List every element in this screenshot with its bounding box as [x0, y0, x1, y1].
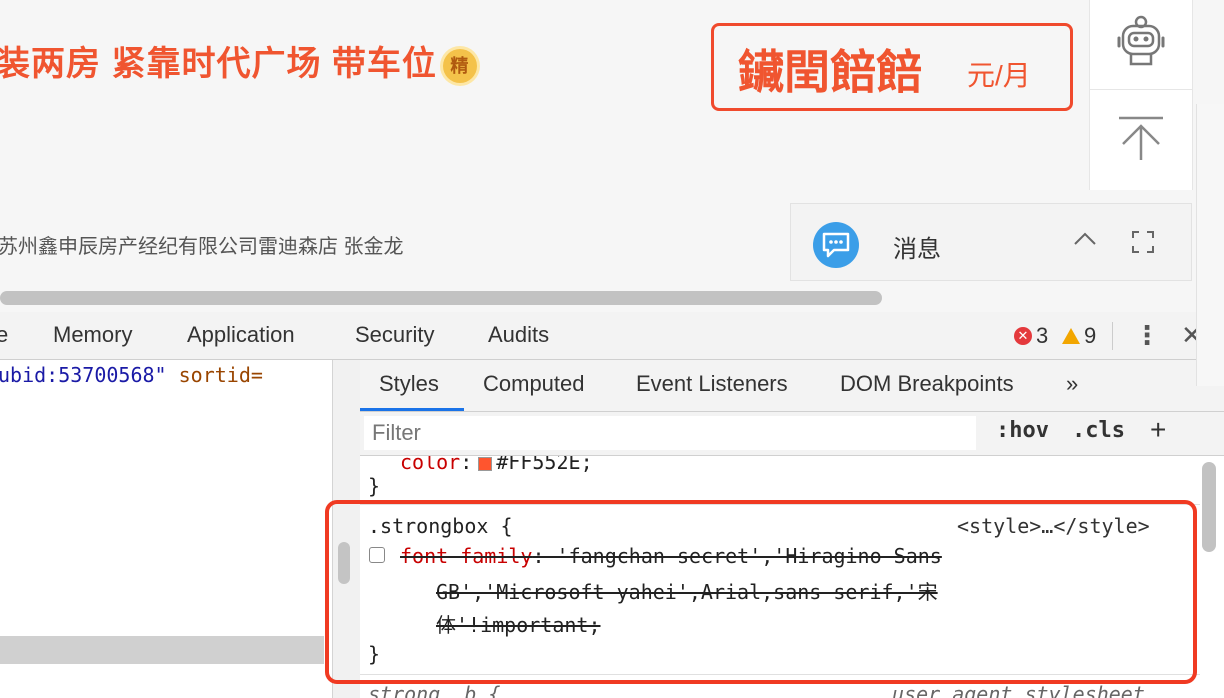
error-counter[interactable]: ✕ 3: [1014, 323, 1048, 349]
style-source-link[interactable]: <style>…</style>: [957, 514, 1150, 538]
devtools-panel: e Memory Application Security Audits ✕ 3…: [0, 312, 1224, 698]
prev-rule-close: }: [368, 474, 381, 498]
side-rail: [1089, 0, 1193, 190]
hov-toggle[interactable]: :hov: [996, 418, 1049, 443]
rule-separator: [360, 504, 1200, 505]
devtools-tabbar: e Memory Application Security Audits ✕ 3…: [0, 312, 1224, 360]
tab-audits[interactable]: Audits: [488, 322, 549, 348]
error-count: 3: [1036, 323, 1049, 348]
price-box: 鑶閏餢餢 元/月: [711, 23, 1073, 111]
attr-name: sortid=: [178, 363, 263, 387]
filter-row: :hov .cls +: [360, 412, 1224, 456]
styles-scrollbar-thumb[interactable]: [1202, 462, 1216, 552]
more-tabs-icon[interactable]: »: [1066, 371, 1078, 397]
cls-toggle[interactable]: .cls: [1072, 418, 1125, 443]
prev-rule-value: #FF552E: [496, 456, 581, 474]
pane-splitter[interactable]: [332, 360, 360, 698]
strongbox-selector[interactable]: .strongbox {: [368, 514, 513, 538]
toolbar-divider: [1112, 322, 1113, 350]
rule-separator: [360, 674, 1200, 675]
font-family-declaration[interactable]: font-family: 'fangchan-secret','Hiragino…: [400, 544, 942, 568]
attr-value: ubid:53700568: [0, 363, 155, 387]
tab-truncated[interactable]: e: [0, 322, 8, 348]
styles-pane: Styles Computed Event Listeners DOM Brea…: [360, 360, 1224, 698]
property-toggle-checkbox[interactable]: [369, 547, 385, 563]
message-panel[interactable]: 消息: [790, 203, 1192, 281]
next-rule-source: user agent stylesheet: [892, 682, 1145, 698]
styles-scrollbar-track: [1196, 104, 1224, 386]
price-unit: 元/月: [967, 60, 1031, 91]
style-rules: color: #FF552E; } .strongbox { <style>…</…: [360, 456, 1200, 698]
tab-memory[interactable]: Memory: [53, 322, 132, 348]
active-tab-indicator: [360, 408, 464, 411]
tab-security[interactable]: Security: [355, 322, 434, 348]
next-rule-selector[interactable]: strong, b {: [368, 682, 500, 698]
tab-application[interactable]: Application: [187, 322, 295, 348]
tab-styles[interactable]: Styles: [379, 371, 439, 397]
elements-pane: ubid:53700568" sortid=: [0, 360, 332, 698]
tab-computed[interactable]: Computed: [483, 371, 585, 397]
chevron-up-icon[interactable]: [1073, 226, 1097, 252]
expand-icon[interactable]: [1131, 230, 1155, 259]
featured-badge-icon: 精: [442, 49, 477, 84]
strongbox-close: }: [368, 642, 381, 666]
customer-service-button[interactable]: [1090, 0, 1192, 88]
attr-quote: ": [154, 363, 167, 387]
font-family-value-3: 体'!important;: [436, 613, 601, 637]
font-family-value-1: : 'fangchan-secret','Hiragino Sans: [532, 544, 942, 568]
back-to-top-icon: [1117, 114, 1165, 167]
more-options-icon[interactable]: ⋮: [1134, 320, 1160, 351]
back-to-top-button[interactable]: [1090, 96, 1192, 184]
dom-code-line[interactable]: ubid:53700568" sortid=: [0, 363, 263, 387]
prev-rule-property: color: [400, 456, 461, 474]
web-page-view: 装两房 紧靠时代广场 带车位精 鑶閏餢餢 元/月 苏州鑫申辰房产经纪有限公司雷迪…: [0, 0, 1224, 312]
chat-bubble-icon: [813, 222, 859, 268]
listing-title[interactable]: 装两房 紧靠时代广场 带车位精: [0, 36, 477, 85]
styles-subtabbar: Styles Computed Event Listeners DOM Brea…: [360, 360, 1224, 412]
agent-info[interactable]: 苏州鑫申辰房产经纪有限公司雷迪森店 张金龙: [0, 230, 404, 259]
elements-scrollbar[interactable]: [0, 636, 324, 664]
message-label: 消息: [893, 236, 941, 263]
page-scrollbar-thumb[interactable]: [0, 291, 882, 305]
new-rule-button[interactable]: +: [1150, 414, 1166, 446]
filter-input[interactable]: [364, 416, 976, 450]
robot-service-icon: [1115, 12, 1167, 77]
price-value: 鑶閏餢餢: [738, 46, 922, 98]
prev-rule-property-line[interactable]: color: #FF552E;: [400, 456, 593, 474]
listing-title-text[interactable]: 装两房 紧靠时代广场 带车位: [0, 45, 437, 83]
warning-icon: [1062, 328, 1080, 344]
font-family-value-2: GB','Microsoft yahei',Arial,sans-serif,'…: [436, 580, 938, 604]
tab-dom-breakpoints[interactable]: DOM Breakpoints: [840, 371, 1014, 397]
color-swatch[interactable]: [478, 456, 493, 471]
tab-event-listeners[interactable]: Event Listeners: [636, 371, 788, 397]
warning-count: 9: [1084, 323, 1097, 348]
rail-divider: [1090, 89, 1192, 90]
warning-counter[interactable]: 9: [1062, 323, 1096, 349]
splitter-handle[interactable]: [338, 542, 350, 584]
font-family-property: font-family: [400, 544, 533, 568]
error-icon: ✕: [1014, 327, 1032, 345]
